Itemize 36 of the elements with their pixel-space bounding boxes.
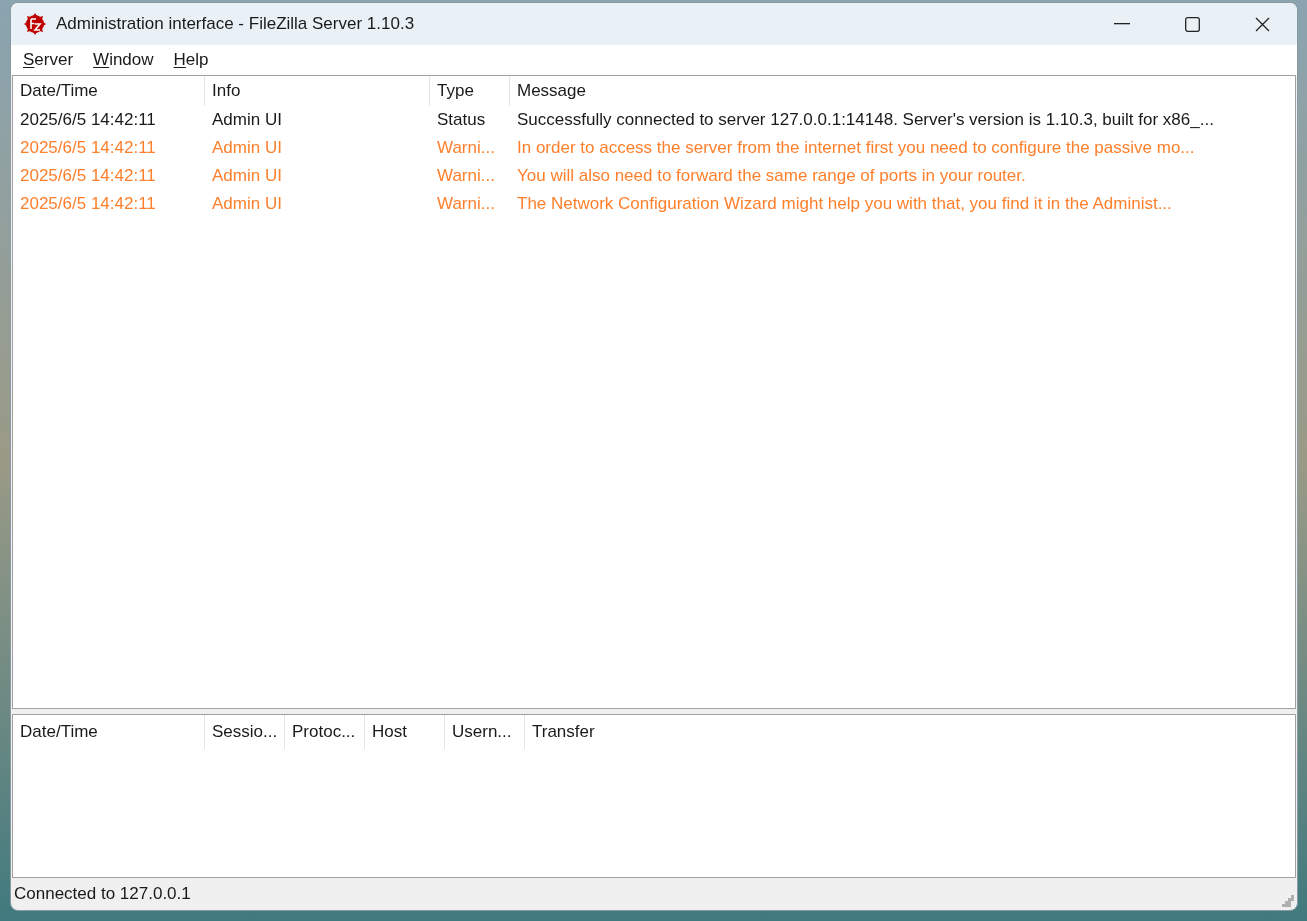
column-header[interactable]: Protoc... <box>285 715 365 749</box>
log-cell-text: Admin UI <box>211 193 283 216</box>
column-header[interactable]: Type <box>430 76 510 106</box>
minimize-icon <box>1114 23 1130 25</box>
column-header[interactable]: Date/Time <box>13 76 205 106</box>
log-cell-text: You will also need to forward the same range of ports in your router. <box>516 165 1027 188</box>
column-header[interactable]: Message <box>510 76 1295 106</box>
column-header[interactable]: Info <box>205 76 430 106</box>
log-cell-text: Admin UI <box>211 165 283 188</box>
log-cell-text: Successfully connected to server 127.0.0.1:14148. Server's version is 1.10.3, built for x86_... <box>516 109 1215 132</box>
status-text: Connected to 127.0.0.1 <box>14 883 191 906</box>
column-header[interactable]: Usern... <box>445 715 525 749</box>
menu-item[interactable]: Help <box>163 45 219 75</box>
menu-item[interactable]: Server <box>13 45 84 75</box>
log-cell-text: Warni... <box>436 165 496 188</box>
log-cell-text: The Network Configuration Wizard might help you with that, you find it in the Administ... <box>516 193 1173 216</box>
log-cell-text: Warni... <box>436 193 496 216</box>
menu-item[interactable]: Window <box>83 45 164 75</box>
column-header[interactable]: Transfer <box>525 715 725 749</box>
column-header[interactable]: Date/Time <box>13 715 205 749</box>
maximize-icon <box>1184 16 1200 32</box>
log-cell-text: 2025/6/5 14:42:11 <box>19 109 157 132</box>
log-cell-text: 2025/6/5 14:42:11 <box>19 193 157 216</box>
log-cell-text: 2025/6/5 14:42:11 <box>19 137 157 160</box>
log-cell-text: Status <box>436 109 487 132</box>
log-cell-text: In order to access the server from the internet first you need to configure the passive mo... <box>516 137 1196 160</box>
log-cell-text: Warni... <box>436 137 496 160</box>
log-cell-text: Admin UI <box>211 137 283 160</box>
column-header[interactable]: Sessio... <box>205 715 285 749</box>
column-header[interactable]: Host <box>365 715 445 749</box>
close-icon <box>1254 16 1270 32</box>
log-cell-text: Admin UI <box>211 109 283 132</box>
log-cell-text: 2025/6/5 14:42:11 <box>19 165 157 188</box>
window-title: Administration interface - FileZilla Server 1.10.3 <box>56 13 415 36</box>
resize-grip-icon <box>1282 895 1294 907</box>
app-logo-icon <box>23 12 47 36</box>
